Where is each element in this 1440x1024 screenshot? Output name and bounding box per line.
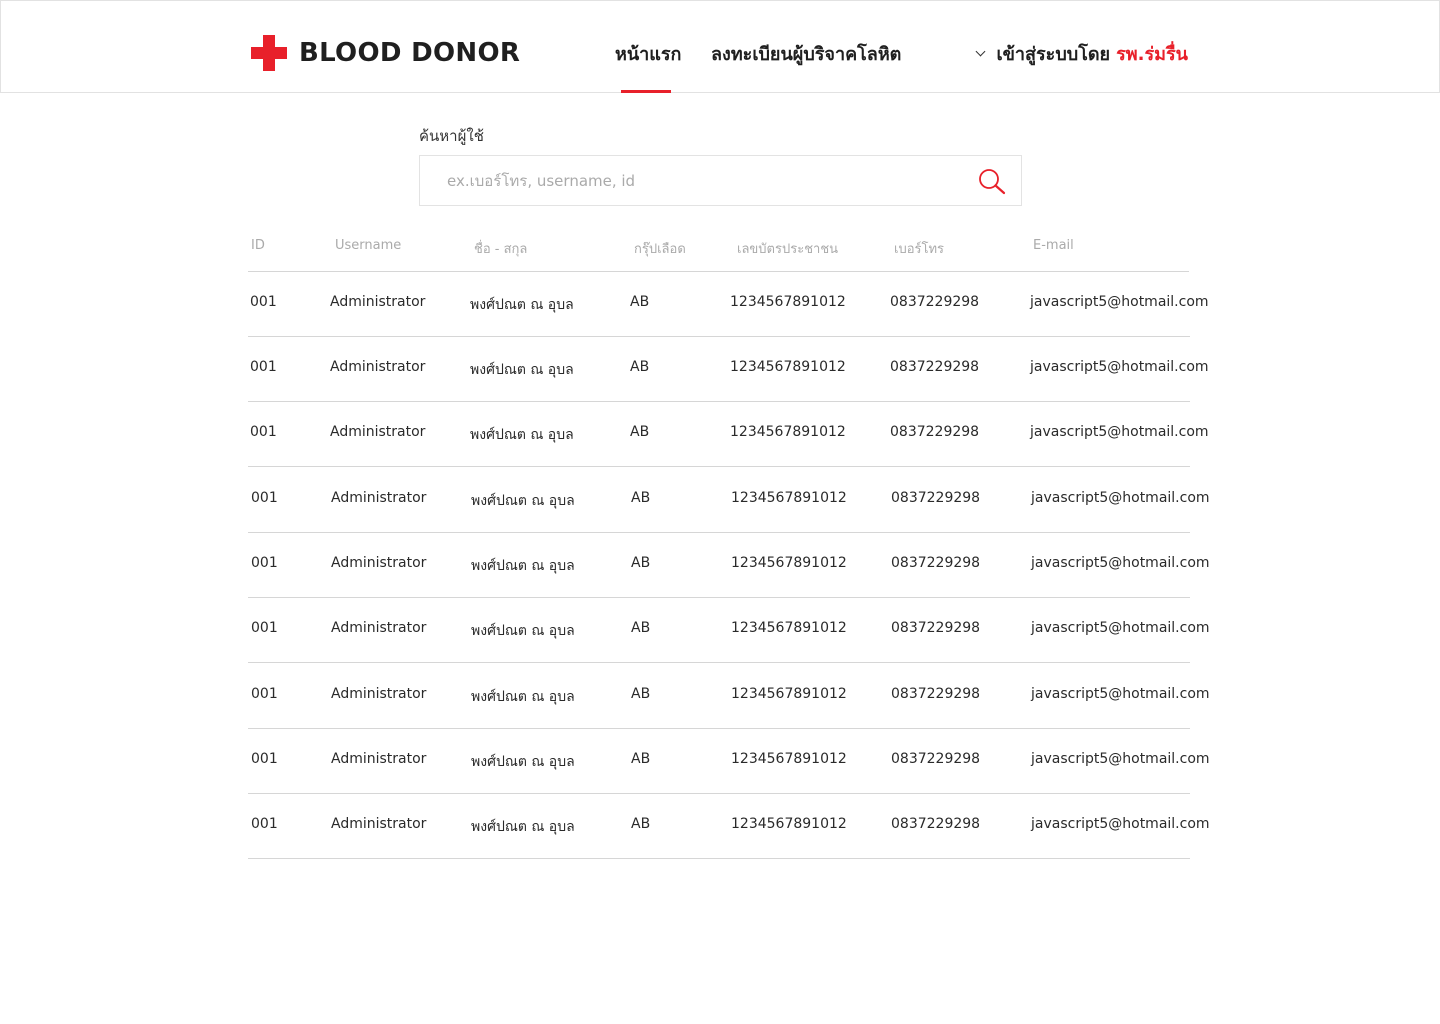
- cell-id: 001: [251, 555, 278, 571]
- cell-id: 001: [251, 490, 278, 506]
- cell-phone: 0837229298: [891, 490, 981, 506]
- cell-citizen-id: 1234567891012: [730, 359, 846, 375]
- table-row[interactable]: 001 Administrator พงศ์ปณต ณ อุบล AB 12345678…: [248, 468, 1210, 533]
- cell-fullname: พงศ์ปณต ณ อุบล: [470, 427, 574, 443]
- cell-blood-group: AB: [630, 294, 650, 310]
- cell-citizen-id: 1234567891012: [731, 686, 847, 702]
- cell-phone: 0837229298: [891, 555, 981, 571]
- cell-phone: 0837229298: [890, 424, 980, 440]
- table-row[interactable]: 001 Administrator พงศ์ปณต ณ อุบล AB 12345678…: [248, 794, 1210, 859]
- cell-username: Administrator: [330, 294, 426, 310]
- table-header: ID Username ชื่อ - สกุล กรุ๊ปเลือด เลขบั…: [248, 230, 1189, 272]
- cell-id: 001: [251, 686, 278, 702]
- cell-phone: 0837229298: [890, 294, 980, 310]
- cell-username: Administrator: [331, 490, 427, 506]
- cell-fullname: พงศ์ปณต ณ อุบล: [471, 689, 575, 705]
- cell-citizen-id: 1234567891012: [731, 490, 847, 506]
- cell-citizen-id: 1234567891012: [731, 555, 847, 571]
- cell-blood-group: AB: [630, 359, 650, 375]
- cell-fullname: พงศ์ปณต ณ อุบล: [471, 819, 575, 835]
- search-icon[interactable]: [977, 167, 1007, 197]
- cell-blood-group: AB: [631, 686, 651, 702]
- table-row[interactable]: 001 Administrator พงศ์ปณต ณ อุบล AB 12345678…: [248, 729, 1210, 794]
- cell-email: javascript5@hotmail.com: [1031, 490, 1210, 506]
- column-header-username[interactable]: Username: [335, 238, 401, 253]
- cell-blood-group: AB: [631, 816, 651, 832]
- search-label: ค้นหาผู้ใช้: [419, 127, 484, 145]
- cell-username: Administrator: [331, 555, 427, 571]
- cell-citizen-id: 1234567891012: [731, 751, 847, 767]
- cell-fullname: พงศ์ปณต ณ อุบล: [471, 558, 575, 574]
- cell-fullname: พงศ์ปณต ณ อุบล: [471, 623, 575, 639]
- cell-phone: 0837229298: [891, 686, 981, 702]
- cell-id: 001: [251, 751, 278, 767]
- nav-home[interactable]: หน้าแรก: [615, 39, 681, 68]
- top-header: BLOOD DONOR หน้าแรก ลงทะเบียนผู้บริจาคโล…: [0, 0, 1440, 93]
- cell-citizen-id: 1234567891012: [731, 620, 847, 636]
- chevron-down-icon: [976, 46, 986, 57]
- cell-blood-group: AB: [631, 490, 651, 506]
- cell-username: Administrator: [331, 686, 427, 702]
- logo[interactable]: BLOOD DONOR: [251, 35, 520, 71]
- cell-email: javascript5@hotmail.com: [1031, 816, 1210, 832]
- cell-fullname: พงศ์ปณต ณ อุบล: [471, 754, 575, 770]
- cell-email: javascript5@hotmail.com: [1031, 555, 1210, 571]
- cell-username: Administrator: [331, 751, 427, 767]
- column-header-id[interactable]: ID: [251, 238, 265, 253]
- column-header-fullname[interactable]: ชื่อ - สกุล: [474, 238, 527, 259]
- cell-username: Administrator: [331, 816, 427, 832]
- cell-email: javascript5@hotmail.com: [1030, 294, 1209, 310]
- cell-email: javascript5@hotmail.com: [1030, 359, 1209, 375]
- cell-citizen-id: 1234567891012: [730, 294, 846, 310]
- cell-citizen-id: 1234567891012: [730, 424, 846, 440]
- active-nav-indicator: [621, 90, 671, 93]
- cell-fullname: พงศ์ปณต ณ อุบล: [470, 362, 574, 378]
- cell-email: javascript5@hotmail.com: [1030, 424, 1209, 440]
- cell-fullname: พงศ์ปณต ณ อุบล: [470, 297, 574, 313]
- column-header-email[interactable]: E-mail: [1033, 238, 1074, 253]
- table-row[interactable]: 001 Administrator พงศ์ปณต ณ อุบล AB 12345678…: [248, 664, 1210, 729]
- cell-phone: 0837229298: [891, 816, 981, 832]
- cell-fullname: พงศ์ปณต ณ อุบล: [471, 493, 575, 509]
- brand-name: BLOOD DONOR: [299, 38, 521, 68]
- cell-blood-group: AB: [631, 620, 651, 636]
- cell-id: 001: [250, 424, 277, 440]
- login-dropdown[interactable]: เข้าสู่ระบบโดย รพ.ร่มรื่น: [976, 39, 1188, 68]
- cell-phone: 0837229298: [891, 620, 981, 636]
- cell-id: 001: [251, 620, 278, 636]
- column-header-citizen-id[interactable]: เลขบัตรประชาชน: [737, 238, 838, 259]
- table-row[interactable]: 001 Administrator พงศ์ปณต ณ อุบล AB 12345678…: [248, 402, 1209, 467]
- cell-email: javascript5@hotmail.com: [1031, 620, 1210, 636]
- cell-phone: 0837229298: [891, 751, 981, 767]
- table-row[interactable]: 001 Administrator พงศ์ปณต ณ อุบล AB 12345678…: [248, 337, 1209, 402]
- hospital-name: รพ.ร่มรื่น: [1116, 44, 1188, 65]
- cell-blood-group: AB: [631, 751, 651, 767]
- cell-phone: 0837229298: [890, 359, 980, 375]
- red-cross-icon: [251, 35, 287, 71]
- cell-email: javascript5@hotmail.com: [1031, 686, 1210, 702]
- table-row[interactable]: 001 Administrator พงศ์ปณต ณ อุบล AB 12345678…: [248, 598, 1210, 663]
- login-prefix: เข้าสู่ระบบโดย: [996, 44, 1111, 65]
- table-row[interactable]: 001 Administrator พงศ์ปณต ณ อุบล AB 12345678…: [248, 533, 1210, 598]
- nav-register-donor[interactable]: ลงทะเบียนผู้บริจาคโลหิต: [711, 39, 901, 68]
- column-header-phone[interactable]: เบอร์โทร: [894, 238, 944, 259]
- cell-blood-group: AB: [630, 424, 650, 440]
- cell-blood-group: AB: [631, 555, 651, 571]
- cell-id: 001: [250, 359, 277, 375]
- search-input[interactable]: [447, 168, 967, 194]
- cell-id: 001: [251, 816, 278, 832]
- column-header-blood-group[interactable]: กรุ๊ปเลือด: [634, 238, 686, 259]
- cell-username: Administrator: [330, 359, 426, 375]
- cell-email: javascript5@hotmail.com: [1031, 751, 1210, 767]
- cell-username: Administrator: [330, 424, 426, 440]
- cell-username: Administrator: [331, 620, 427, 636]
- cell-id: 001: [250, 294, 277, 310]
- table-row[interactable]: 001 Administrator พงศ์ปณต ณ อุบล AB 12345678…: [248, 272, 1209, 337]
- search-box: [419, 155, 1022, 206]
- cell-citizen-id: 1234567891012: [731, 816, 847, 832]
